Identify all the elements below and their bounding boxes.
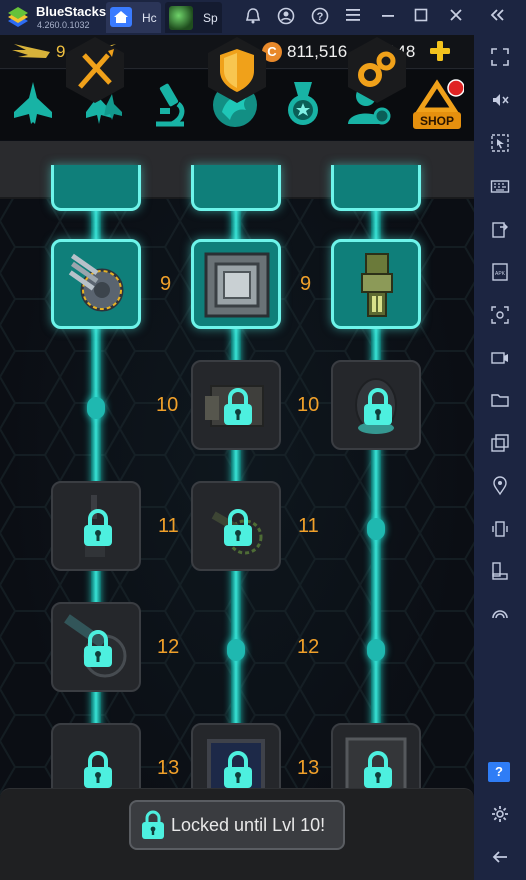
upgrade-tile-top-partial-1 (51, 165, 141, 211)
coin-balance: 811,516 (287, 42, 348, 61)
app-name: BlueStacks (36, 4, 107, 19)
shop-label: SHOP (419, 114, 454, 128)
eco-mode-icon[interactable] (488, 603, 512, 625)
research-microscope-icon[interactable] (142, 78, 196, 132)
screenshot-icon[interactable] (488, 304, 512, 326)
tab-game[interactable]: Sp (165, 2, 222, 33)
upgrade-tile-weapon-11-locked[interactable] (51, 481, 141, 571)
lock-icon (142, 810, 164, 839)
volume-mute-icon[interactable] (488, 89, 512, 111)
tier-level-label: 12 (157, 636, 180, 658)
folder-icon[interactable] (488, 389, 512, 411)
lock-icon (84, 630, 112, 667)
keyboard-icon[interactable] (488, 175, 512, 197)
location-icon[interactable] (488, 475, 512, 497)
armor-plate-icon (204, 252, 270, 318)
lock-icon (84, 509, 112, 546)
menu-icon[interactable] (342, 7, 364, 29)
close-icon[interactable] (445, 7, 467, 29)
thruster-engine-icon (361, 253, 393, 317)
lock-icon (224, 509, 252, 546)
beam-node (367, 518, 385, 540)
multi-instance-icon[interactable] (488, 432, 512, 454)
beam-node (87, 397, 105, 419)
tab-home[interactable]: Hc (106, 2, 161, 33)
gatling-cannon-icon (68, 253, 124, 312)
shop-button[interactable]: SHOP (410, 78, 465, 132)
lock-icon (84, 751, 112, 788)
shield-category-icon[interactable] (202, 35, 272, 105)
tab-game-label: Sp (203, 11, 218, 25)
back-arrow-icon[interactable] (488, 846, 512, 868)
beam-node (227, 639, 245, 661)
home-icon (110, 7, 132, 27)
tier-level-label: 10 (297, 394, 320, 416)
tier-level-label: 12 (297, 636, 320, 658)
tier-level-label: 13 (157, 757, 180, 779)
record-video-icon[interactable] (488, 347, 512, 369)
app-version: 4.260.0.1032 (37, 20, 90, 30)
svg-text:APK: APK (495, 271, 506, 277)
svg-text:?: ? (317, 11, 324, 23)
lock-icon (224, 751, 252, 788)
help-icon[interactable]: ? (309, 7, 331, 29)
tier-level-label: 11 (298, 515, 319, 537)
lock-icon (364, 751, 392, 788)
install-apk-icon[interactable] (488, 218, 512, 240)
bluestacks-sidebar (474, 35, 526, 880)
tab-home-label: Hc (142, 11, 157, 25)
game-app-icon (169, 6, 193, 30)
add-currency-icon[interactable] (428, 39, 452, 63)
upgrade-tile-engine-10-locked[interactable] (331, 360, 421, 450)
settings-icon[interactable] (488, 803, 512, 825)
upgrade-tile-weapon-9[interactable] (51, 239, 141, 329)
upgrade-tile-shield-10-locked[interactable] (191, 360, 281, 450)
medal-icon[interactable] (276, 78, 330, 132)
upgrade-tile-shield-11-locked[interactable] (191, 481, 281, 571)
cursor-icon[interactable] (488, 132, 512, 154)
lock-icon (364, 388, 392, 425)
tier-level-label: 13 (297, 757, 320, 779)
rotate-icon[interactable] (488, 560, 512, 582)
bluestacks-logo-icon (8, 7, 28, 27)
tier-level-label: 9 (300, 273, 312, 295)
weapons-category-icon[interactable] (60, 35, 130, 105)
maximize-icon[interactable] (410, 7, 432, 29)
upgrade-tile-top-partial-3 (331, 165, 421, 211)
engine-gears-category-icon[interactable] (342, 35, 412, 105)
fullscreen-icon[interactable] (488, 46, 512, 68)
collapse-sidebar-icon[interactable] (486, 7, 508, 29)
tier-level-label: 9 (160, 273, 172, 295)
apk-icon[interactable]: APK (488, 261, 512, 283)
bell-icon[interactable] (242, 7, 264, 29)
upgrade-tile-weapon-12-locked[interactable] (51, 602, 141, 692)
sidebar-help-icon[interactable]: ? (488, 762, 510, 782)
tier-level-label: 11 (158, 515, 179, 537)
minimize-icon[interactable] (377, 7, 399, 29)
upgrade-tile-engine-9[interactable] (331, 239, 421, 329)
upgrade-tile-top-partial-2 (191, 165, 281, 211)
title-bar: BlueStacks 4.260.0.1032 Hc Sp ? (0, 0, 526, 35)
fighter-ship-icon[interactable] (6, 78, 60, 132)
lock-icon (224, 388, 252, 425)
game-viewport: 9 C 811,516 148 (0, 35, 474, 880)
account-icon[interactable] (275, 7, 297, 29)
shake-icon[interactable] (488, 518, 512, 540)
locked-message: Locked until Lvl 10! (171, 815, 326, 835)
beam-node (367, 639, 385, 661)
upgrade-tile-shield-9[interactable] (191, 239, 281, 329)
locked-toast: Locked until Lvl 10! (129, 800, 345, 850)
tier-level-label: 10 (156, 394, 179, 416)
